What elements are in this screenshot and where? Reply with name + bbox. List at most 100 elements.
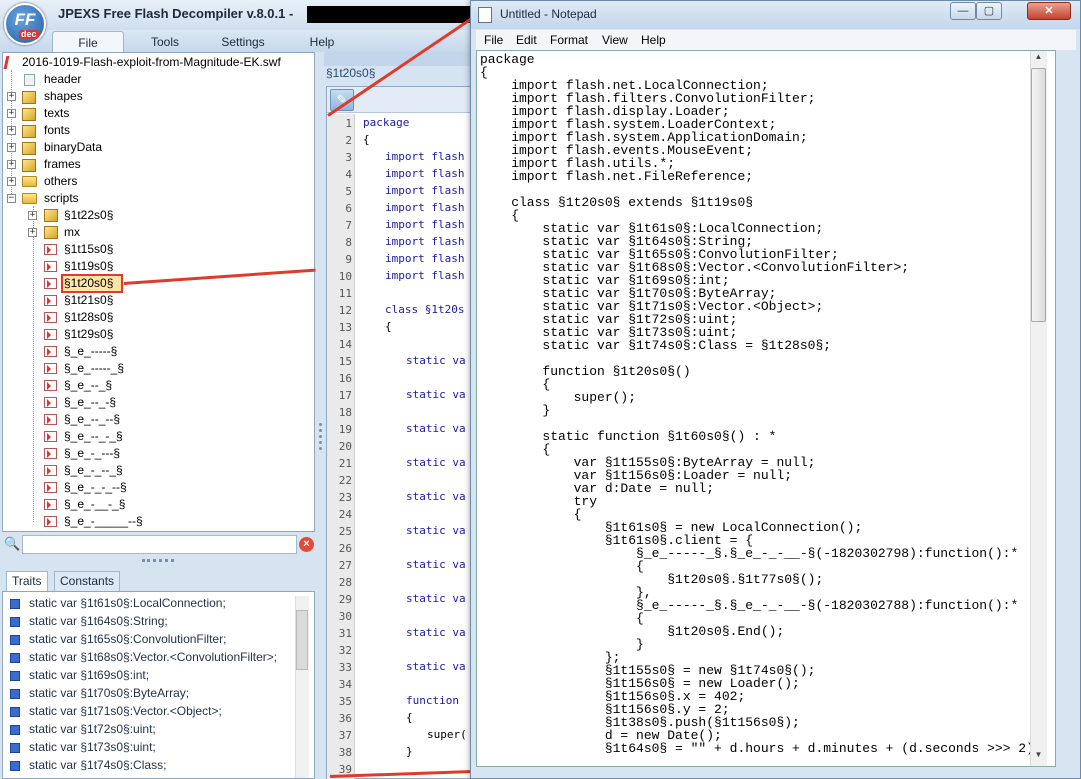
expand-toggle-icon[interactable]: + <box>7 109 16 118</box>
trait-item[interactable]: static var §1t74s0§:Class; <box>10 756 166 774</box>
tree-item-fonts[interactable]: fonts <box>44 122 70 139</box>
trait-item[interactable]: static var §1t72s0§:uint; <box>10 720 156 738</box>
line-number: 38 <box>338 746 352 759</box>
trait-label: static var §1t70s0§:ByteArray; <box>29 686 190 700</box>
menu-help[interactable]: Help <box>300 31 344 52</box>
line-number: 17 <box>338 389 352 402</box>
tree-script-item[interactable]: §1t29s0§ <box>64 326 113 343</box>
tree-script-item[interactable]: §_e_--_-§ <box>64 394 116 411</box>
panel-resize-handle[interactable] <box>142 559 174 564</box>
traits-scroll-thumb[interactable] <box>296 610 308 670</box>
tree-item-scripts[interactable]: scripts <box>44 190 79 207</box>
package-icon <box>44 209 58 222</box>
expand-toggle-icon[interactable]: + <box>7 177 16 186</box>
tree-script-item[interactable]: §_e_--_§ <box>64 377 112 394</box>
line-number: 15 <box>338 355 352 368</box>
clear-search-icon[interactable]: × <box>299 537 314 552</box>
tree-item-frames[interactable]: frames <box>44 156 81 173</box>
script-icon <box>44 278 57 289</box>
tree-package[interactable]: §1t22s0§ <box>64 207 113 224</box>
header-icon <box>24 74 35 86</box>
notepad-scroll-thumb[interactable] <box>1031 68 1046 322</box>
expand-toggle-icon[interactable]: + <box>7 126 16 135</box>
notepad-menu-edit[interactable]: Edit <box>516 33 537 47</box>
tree-package[interactable]: mx <box>64 224 80 241</box>
line-number: 36 <box>338 712 352 725</box>
code-line: import flash <box>385 150 465 163</box>
tree-script-item[interactable]: §_e_-----_§ <box>64 360 124 377</box>
trait-item[interactable]: static var §1t73s0§:uint; <box>10 738 156 756</box>
trait-item[interactable]: static var §1t71s0§:Vector.<Object>; <box>10 702 222 720</box>
tree-script-item[interactable]: §_e_--_-_§ <box>64 428 123 445</box>
notepad-text-line: §1t64s0§ = "" + d.hours + d.minutes + (d… <box>480 741 1042 756</box>
tree-script-item[interactable]: §_e_-----§ <box>64 343 117 360</box>
menu-tools[interactable]: Tools <box>140 31 190 52</box>
notepad-menu-format[interactable]: Format <box>550 33 588 47</box>
trait-label: static var §1t64s0§:String; <box>29 614 168 628</box>
expand-toggle-icon[interactable]: − <box>7 194 16 203</box>
minimize-button[interactable]: — <box>950 2 976 20</box>
scroll-down-icon[interactable]: ▼ <box>1031 750 1046 765</box>
shapes-folder-icon <box>22 91 36 104</box>
tree-script-item[interactable]: §_e_-__-_§ <box>64 496 125 513</box>
trait-item[interactable]: static var §1t70s0§:ByteArray; <box>10 684 189 702</box>
close-button[interactable]: ✕ <box>1027 2 1071 20</box>
notepad-icon <box>478 7 492 23</box>
tree-script-item[interactable]: §_e_--_--§ <box>64 411 120 428</box>
tree-script-item[interactable]: §_e_-_--_§ <box>64 462 123 479</box>
split-pane-handle[interactable] <box>317 420 323 460</box>
tree-script-item[interactable]: §_e_-_____--§ <box>64 513 143 530</box>
tree-script-item[interactable]: §1t19s0§ <box>64 258 113 275</box>
menu-file[interactable]: File <box>52 31 124 52</box>
tree-item-others[interactable]: others <box>44 173 77 190</box>
tree-search-input[interactable] <box>22 535 297 554</box>
code-line: package <box>363 116 410 129</box>
tree-item-binarydata[interactable]: binaryData <box>44 139 102 156</box>
app-title: JPEXS Free Flash Decompiler v.8.0.1 - <box>58 6 294 21</box>
trait-item[interactable]: static var §1t64s0§:String; <box>10 612 168 630</box>
tree-script-item[interactable]: §1t21s0§ <box>64 292 113 309</box>
script-icon <box>44 397 57 408</box>
expand-toggle-icon[interactable]: + <box>28 228 37 237</box>
tree-script-item[interactable]: §1t15s0§ <box>64 241 113 258</box>
notepad-menu-help[interactable]: Help <box>641 33 666 47</box>
tree-script-item[interactable]: §_e_-_---§ <box>64 445 120 462</box>
tree-item-header[interactable]: header <box>44 71 81 88</box>
tree-root-item[interactable]: 2016-1019-Flash-exploit-from-Magnitude-E… <box>22 54 281 71</box>
expand-toggle-icon[interactable]: + <box>28 211 37 220</box>
tree-item-shapes[interactable]: shapes <box>44 88 83 105</box>
expand-toggle-icon[interactable]: + <box>7 160 16 169</box>
line-number: 9 <box>345 253 352 266</box>
scroll-up-icon[interactable]: ▲ <box>1031 52 1046 67</box>
texts-folder-icon <box>22 108 36 121</box>
line-number: 28 <box>338 576 352 589</box>
line-number: 37 <box>338 729 352 742</box>
trait-item[interactable]: static var §1t68s0§:Vector.<ConvolutionF… <box>10 648 277 666</box>
trait-item[interactable]: static var §1t65s0§:ConvolutionFilter; <box>10 630 226 648</box>
line-number: 2 <box>345 134 352 147</box>
tree-item-texts[interactable]: texts <box>44 105 69 122</box>
tree-script-item[interactable]: §1t20s0§ <box>64 275 113 292</box>
tree-script-item[interactable]: §_e_-_-_--§ <box>64 479 127 496</box>
notepad-menu-file[interactable]: File <box>484 33 503 47</box>
tab-traits[interactable]: Traits <box>6 571 48 591</box>
scripts-folder-icon <box>22 193 37 204</box>
line-number: 34 <box>338 678 352 691</box>
tree-script-item[interactable]: §1t28s0§ <box>64 309 113 326</box>
trait-item[interactable]: static var §1t61s0§:LocalConnection; <box>10 594 226 612</box>
line-number: 35 <box>338 695 352 708</box>
menu-settings[interactable]: Settings <box>213 31 273 52</box>
script-icon <box>44 499 57 510</box>
tab-constants[interactable]: Constants <box>54 571 121 591</box>
line-number: 24 <box>338 508 352 521</box>
maximize-button[interactable]: ▢ <box>976 2 1002 20</box>
expand-toggle-icon[interactable]: + <box>7 143 16 152</box>
trait-item[interactable]: static var §1t69s0§:int; <box>10 666 149 684</box>
line-number: 33 <box>338 661 352 674</box>
script-icon <box>44 465 57 476</box>
code-line: { <box>363 133 370 146</box>
notepad-menu-view[interactable]: View <box>602 33 628 47</box>
expand-toggle-icon[interactable]: + <box>7 92 16 101</box>
ffdec-logo-icon: FF dec <box>4 3 46 45</box>
code-line: static va <box>406 388 466 401</box>
